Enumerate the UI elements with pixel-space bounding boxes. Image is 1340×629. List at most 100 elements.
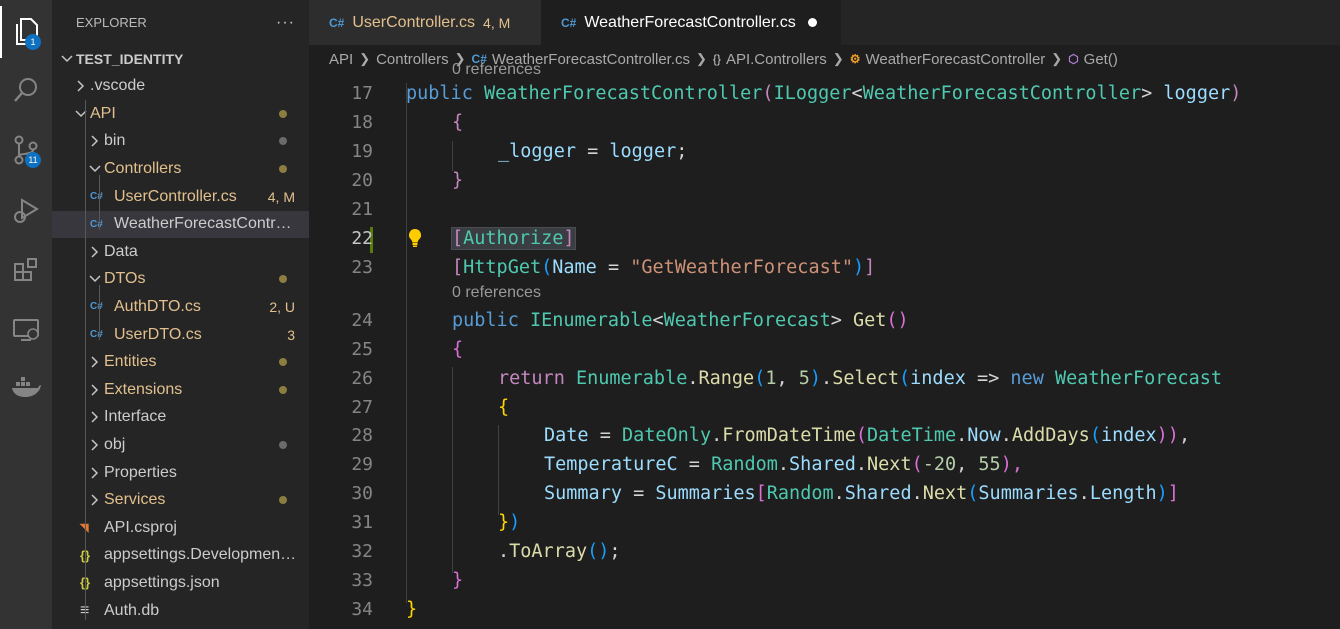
breadcrumb-controllers[interactable]: Controllers (376, 51, 449, 68)
tree-label: appsettings.json (104, 573, 220, 591)
line-number: 22 (351, 228, 373, 249)
chevron-right-icon[interactable] (88, 134, 102, 148)
code-line-17: public WeatherForecastController(ILogger… (406, 83, 1242, 104)
activity-bar: 1 11 (0, 0, 52, 629)
tree-file-appsettings[interactable]: {}appsettings.json (52, 569, 309, 596)
modified-dot-icon (279, 275, 287, 284)
tab-status: 4, M (483, 14, 511, 31)
csharp-icon: C# (90, 218, 103, 230)
tree-label: UserController.cs (114, 187, 237, 205)
tree-file-api-csproj[interactable]: ◥API.csproj (52, 514, 309, 541)
code-line-24: public IEnumerable<WeatherForecast> Get(… (452, 310, 909, 331)
lightbulb-icon[interactable] (407, 228, 423, 253)
chevron-down-icon[interactable] (60, 52, 74, 66)
tree-file-authdto[interactable]: C# AuthDTO.cs 2, U (52, 293, 309, 320)
tree-folder-api[interactable]: API (52, 100, 309, 127)
tree-file-weatherforecastcontroller[interactable]: C# WeatherForecastController.cs (52, 210, 309, 238)
tree-file-appsettings-development[interactable]: {}appsettings.Development.json (52, 542, 309, 569)
chevron-right-icon[interactable] (88, 410, 102, 424)
line-number: 21 (351, 199, 373, 220)
breadcrumb-api[interactable]: API (329, 51, 353, 68)
tree-label: Auth.db (104, 601, 160, 619)
namespace-icon: {} (712, 52, 721, 66)
chevron-right-icon[interactable] (88, 355, 102, 369)
indent-guide (498, 425, 499, 515)
scm-badge: 11 (25, 152, 41, 168)
tree-label: Extensions (104, 380, 183, 398)
docker-icon[interactable] (0, 362, 52, 414)
chevron-right-icon[interactable] (74, 79, 88, 93)
tree-label: appsettings.Development.json (104, 546, 299, 564)
git-status-badge: 2, U (269, 298, 295, 315)
modified-dot-icon (279, 109, 287, 118)
tree-folder-data[interactable]: Data (52, 238, 309, 265)
code-line-18: { (452, 112, 464, 133)
tree-label: TEST_IDENTITY (76, 50, 184, 67)
chevron-right-icon[interactable] (88, 245, 102, 259)
tree-folder-obj[interactable]: obj (52, 431, 309, 458)
tree-folder-vscode[interactable]: .vscode (52, 73, 309, 100)
tree-folder-bin[interactable]: bin (52, 128, 309, 155)
tree-indent-guide (99, 175, 100, 230)
line-number: 19 (351, 141, 373, 162)
unsaved-dot-icon[interactable] (807, 18, 817, 27)
tree-file-usercontroller[interactable]: C# UserController.cs 4, M (52, 183, 309, 210)
tree-label: API.csproj (104, 518, 177, 536)
breadcrumb-namespace[interactable]: API.Controllers (726, 51, 827, 68)
breadcrumb-class[interactable]: WeatherForecastController (865, 51, 1045, 68)
tree-folder-entities[interactable]: Entities (52, 349, 309, 376)
code-line-20: } (452, 170, 464, 191)
tab-usercontroller[interactable]: C# UserController.cs 4, M (309, 0, 541, 45)
line-number: 31 (351, 512, 373, 533)
more-actions-button[interactable]: ··· (276, 14, 295, 32)
chevron-right-icon[interactable] (88, 493, 102, 507)
run-debug-icon[interactable] (0, 184, 52, 236)
tree-file-auth-db[interactable]: ≡Auth.db (52, 597, 309, 624)
line-number: 34 (351, 599, 373, 620)
line-number: 28 (351, 425, 373, 446)
csharp-icon: C# (90, 191, 103, 202)
code-line-32: .ToArray(); (498, 541, 621, 562)
explorer-title: EXPLORER (76, 15, 147, 30)
tree-folder-services[interactable]: Services (52, 487, 309, 514)
modified-dot-icon (279, 385, 287, 394)
line-number: 23 (351, 257, 373, 278)
remote-explorer-icon[interactable] (0, 304, 52, 356)
chevron-right-icon[interactable] (88, 466, 102, 480)
tree-label: Properties (104, 463, 177, 481)
breadcrumb-method[interactable]: Get() (1084, 51, 1118, 68)
tree-root-test-identity[interactable]: TEST_IDENTITY (52, 45, 309, 72)
tree-file-userdto[interactable]: C# UserDTO.cs 3 (52, 321, 309, 348)
line-number: 29 (351, 454, 373, 475)
line-number: 18 (351, 112, 373, 133)
code-line-23: [HttpGet(Name = "GetWeatherForecast")] (452, 257, 876, 278)
chevron-down-icon[interactable] (88, 162, 102, 176)
codelens-references[interactable]: 0 references (452, 61, 541, 79)
chevron-right-icon[interactable] (88, 383, 102, 397)
line-number: 32 (351, 541, 373, 562)
extensions-icon[interactable] (0, 244, 52, 296)
tree-label: DTOs (104, 270, 146, 288)
code-line-29: TemperatureC = Random.Shared.Next(-20, 5… (544, 454, 1023, 475)
tree-label: AuthDTO.cs (114, 297, 201, 315)
chevron-right-icon: ❯ (832, 51, 844, 66)
code-line-19: _logger = logger; (498, 141, 688, 162)
code-editor[interactable]: 0 references 17 18 19 20 21 22 23 24 25 26 27 28 29 3… (309, 61, 1340, 629)
codelens-references[interactable]: 0 references (452, 284, 541, 302)
tree-folder-interface[interactable]: Interface (52, 404, 309, 431)
tree-folder-dtos[interactable]: DTOs (52, 266, 309, 293)
indent-guide (452, 141, 453, 171)
tree-folder-properties[interactable]: Properties (52, 459, 309, 486)
csharp-icon: C# (329, 15, 345, 30)
tree-folder-extensions[interactable]: Extensions (52, 376, 309, 403)
source-control-icon[interactable]: 11 (0, 124, 52, 176)
line-number: 20 (351, 170, 373, 191)
tree-label: UserDTO.cs (114, 325, 202, 343)
tab-label: WeatherForecastController.cs (584, 13, 796, 31)
chevron-right-icon[interactable] (88, 438, 102, 452)
tab-weatherforecastcontroller[interactable]: C# WeatherForecastController.cs (541, 0, 841, 45)
explorer-icon[interactable]: 1 (0, 6, 52, 58)
tree-folder-controllers[interactable]: Controllers (52, 155, 309, 182)
tree-label: obj (104, 435, 126, 453)
search-icon[interactable] (0, 64, 52, 116)
